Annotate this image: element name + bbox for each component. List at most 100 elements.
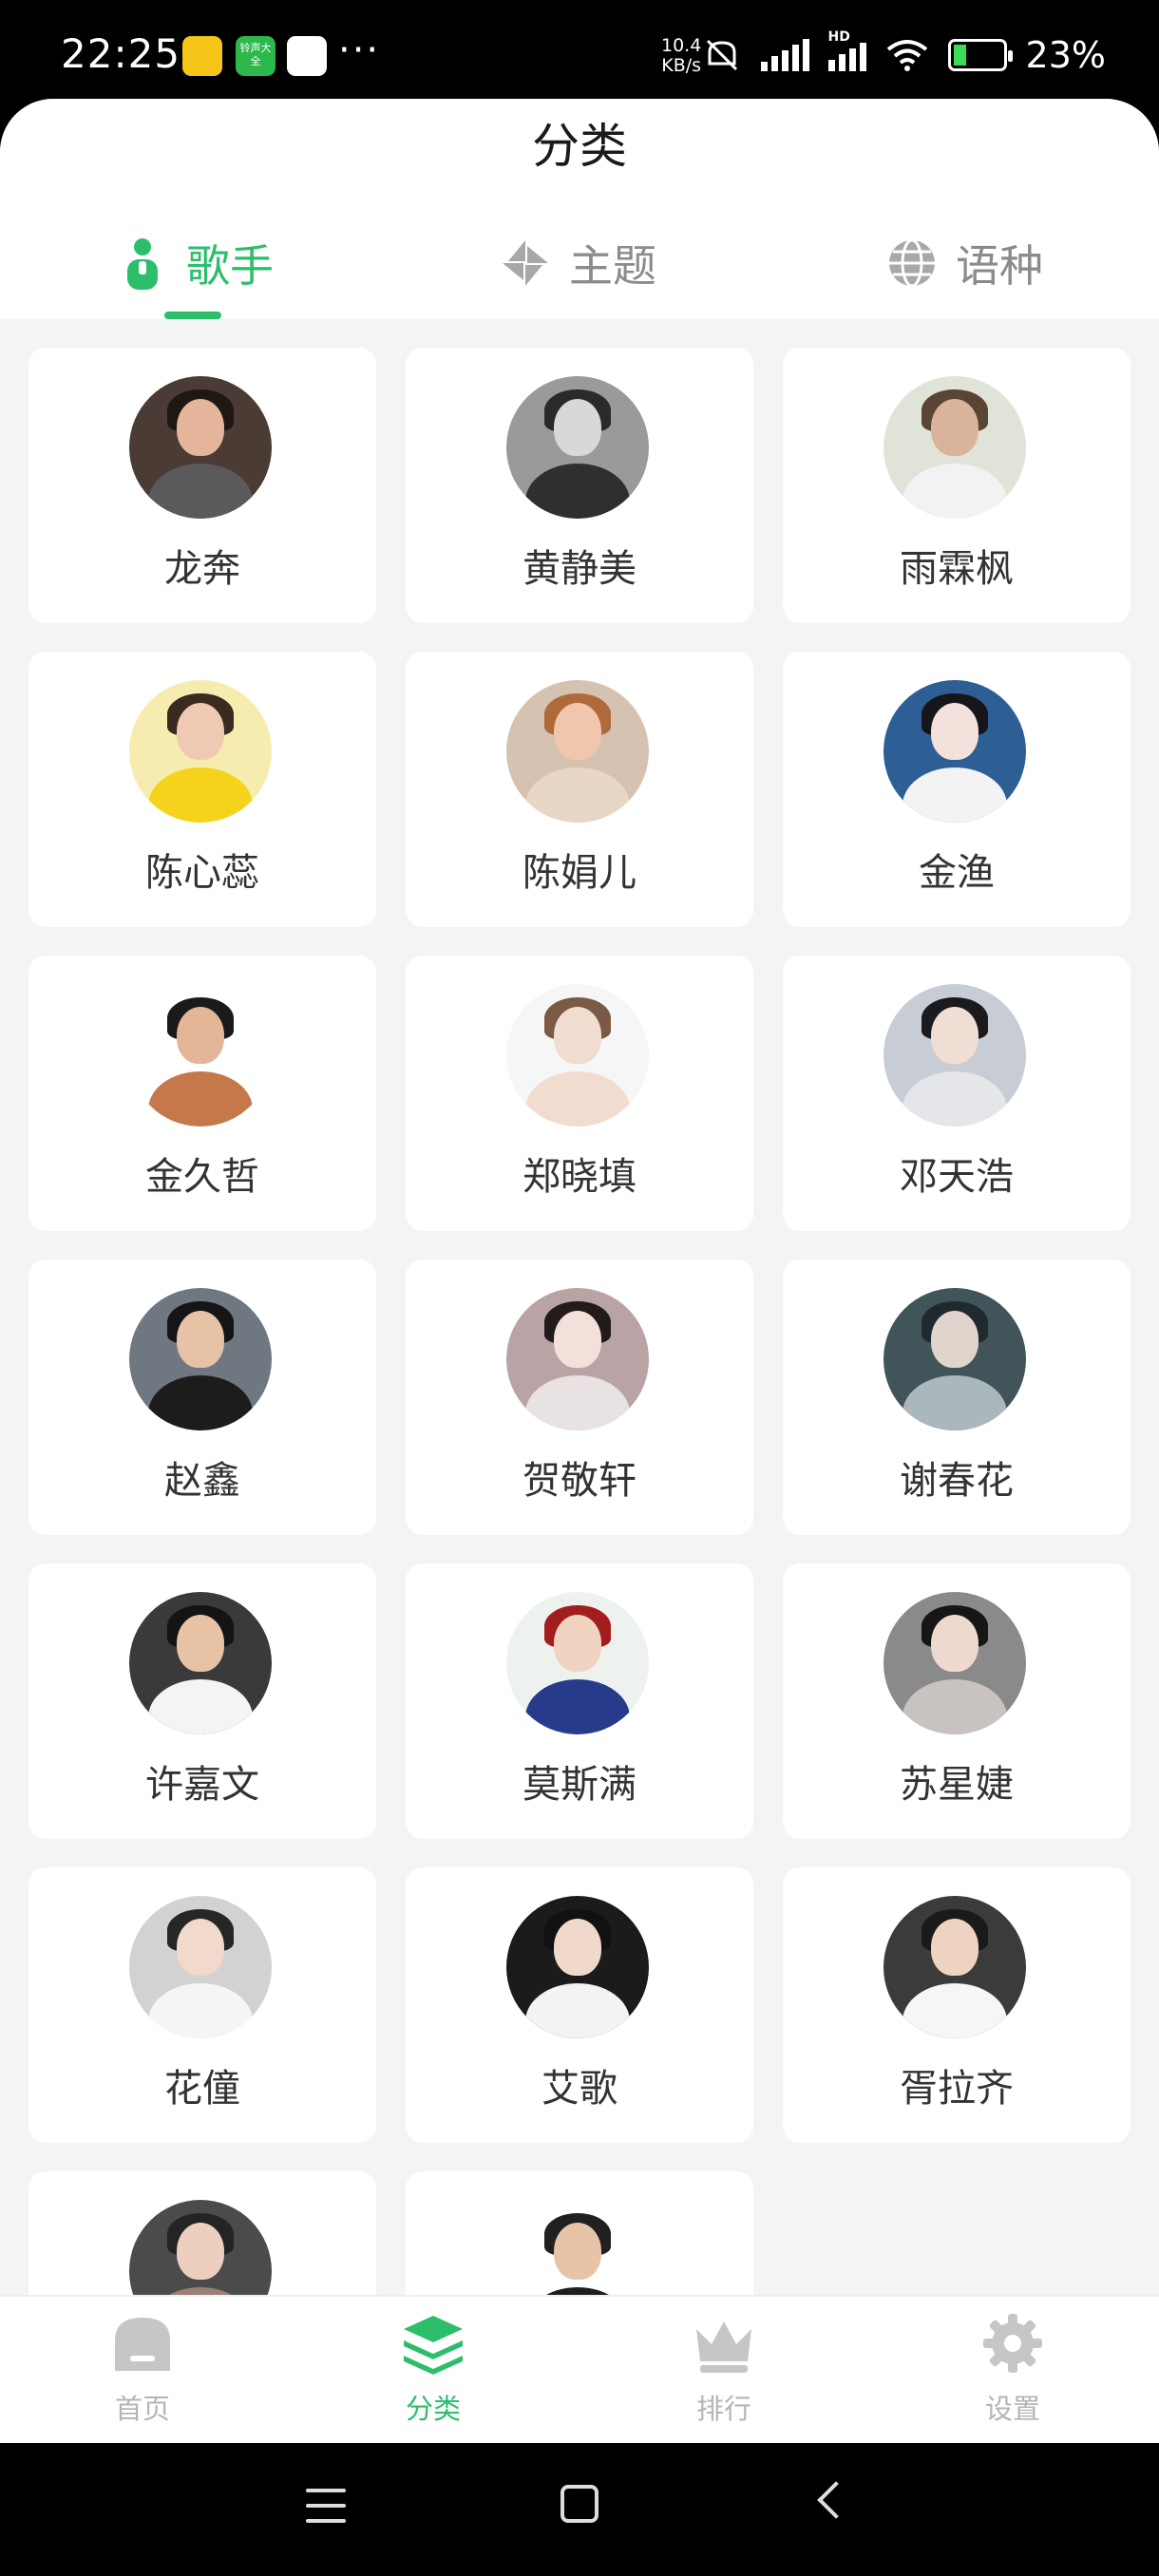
singer-name: 雨霖枫 [900,547,1014,591]
app-notification-icon [287,36,327,76]
singer-name: 黄静美 [522,547,636,591]
battery-percent: 23% [1025,34,1106,76]
singer-name: 花僮 [164,2067,240,2111]
signal-hd-icon: HD [827,29,866,71]
active-tab-indicator [164,312,221,319]
singer-avatar [129,1288,272,1430]
singer-name: 陈娟儿 [522,851,636,895]
wifi-icon [886,40,927,71]
nav-settings[interactable]: 设置 [918,2312,1108,2427]
singer-card[interactable]: 郑晓填 [406,956,753,1231]
singer-card[interactable]: 陈娟儿 [406,652,753,927]
nav-category[interactable]: 分类 [338,2312,528,2427]
pinwheel-icon [503,240,548,286]
globe-icon [889,238,935,288]
singer-card[interactable]: 花僮 [28,1867,376,2143]
singer-card[interactable]: 谢春花 [783,1260,1130,1535]
singer-avatar [129,1896,272,2038]
tab-label: 歌手 [186,240,274,292]
tab-label: 主题 [569,240,656,292]
tab-label: 语种 [956,240,1043,292]
singer-name: 胥拉齐 [900,2067,1014,2111]
singer-avatar [129,680,272,823]
singer-avatar [884,984,1026,1127]
singer-avatar [506,1896,649,2038]
layers-icon [404,2316,463,2375]
singer-card[interactable]: 艾歌 [406,1867,753,2143]
singer-avatar [884,376,1026,519]
singer-avatar [506,984,649,1127]
singer-card[interactable]: 黄静美 [406,348,753,623]
ringtone-app-icon: 铃声大全 [236,36,276,76]
crown-icon [696,2321,751,2373]
singer-card[interactable]: 陈心蕊 [28,652,376,927]
singer-card[interactable]: 许嘉文 [28,1563,376,1839]
singer-name: 莫斯满 [522,1763,636,1807]
status-bar: 22:25 铃声大全 ··· 10.4 KB/s HD 23% [0,0,1159,114]
home-icon [115,2318,170,2371]
singer-card[interactable]: 金渔 [783,652,1130,927]
recent-apps-button[interactable] [306,2489,346,2534]
singer-name: 邓天浩 [900,1155,1014,1199]
person-icon [127,238,158,290]
singer-name: 金久哲 [145,1155,259,1199]
singer-avatar [506,1288,649,1430]
singer-avatar [884,1896,1026,2038]
battery-icon [947,39,1013,71]
singer-card[interactable]: 邓天浩 [783,956,1130,1231]
page-title: 分类 [532,119,627,174]
system-nav-bar [0,2443,1159,2576]
singer-card[interactable]: 雨霖枫 [783,348,1130,623]
signal-icon [760,39,809,71]
singer-name: 苏星婕 [900,1763,1014,1807]
singer-card[interactable]: 龙奔 [28,348,376,623]
singer-card[interactable]: 金久哲 [28,956,376,1231]
singer-avatar [506,680,649,823]
back-button[interactable] [817,2481,855,2519]
nav-home[interactable]: 首页 [48,2312,238,2427]
nav-label: 排行 [695,2393,751,2425]
bottom-nav: 首页 分类 排行 设置 [0,2295,1159,2443]
singer-card[interactable]: 莫斯满 [406,1563,753,1839]
singer-name: 陈心蕊 [145,851,259,895]
singer-avatar [506,2200,649,2295]
category-tabs: 歌手 主题 语种 [0,211,1159,319]
singer-name: 金渔 [919,851,995,895]
sheet-header: 分类 歌手 主题 语种 [0,99,1159,319]
home-button[interactable] [560,2485,598,2523]
singer-avatar [129,984,272,1127]
settings-gear-icon [983,2314,1042,2373]
tab-singer[interactable]: 歌手 [116,211,274,315]
singer-name: 许嘉文 [145,1763,259,1807]
singer-card[interactable]: 苏星婕 [783,1563,1130,1839]
singer-name: 贺敬轩 [522,1459,636,1503]
singer-name: 艾歌 [542,2067,618,2111]
network-speed-unit: KB/s [661,55,702,76]
mute-icon [706,39,737,71]
category-sheet: 分类 歌手 主题 语种 龙奔 黄静美 雨霖枫 陈心蕊 陈娟儿 金渔 金久哲 郑晓… [0,99,1159,2443]
singer-card[interactable]: 胥拉齐 [783,1867,1130,2143]
network-speed: 10.4 KB/s [661,36,701,76]
nav-label: 设置 [984,2393,1040,2425]
nav-label: 分类 [405,2393,461,2425]
singer-avatar [129,2200,272,2295]
singer-card[interactable] [406,2171,753,2295]
tab-theme[interactable]: 主题 [499,211,656,315]
nav-ranking[interactable]: 排行 [629,2312,819,2427]
singer-card[interactable]: 贺敬轩 [406,1260,753,1535]
singer-avatar [129,376,272,519]
singer-avatar [129,1592,272,1734]
network-speed-value: 10.4 [661,35,702,56]
tab-language[interactable]: 语种 [885,211,1043,315]
singer-card[interactable] [28,2171,376,2295]
app-notification-icon [182,36,222,76]
singer-name: 龙奔 [164,547,240,591]
singer-card[interactable]: 赵鑫 [28,1260,376,1535]
singer-name: 郑晓填 [522,1155,636,1199]
singer-avatar [506,1592,649,1734]
nav-label: 首页 [114,2393,170,2425]
singer-avatar [884,1288,1026,1430]
singer-name: 谢春花 [900,1459,1014,1503]
singer-grid: 龙奔 黄静美 雨霖枫陈心蕊 陈娟儿 金渔金久哲 郑晓填 邓天浩赵鑫 贺敬轩 谢春花许嘉文 莫斯满 苏… [28,348,1130,2295]
status-time: 22:25 [61,30,181,77]
